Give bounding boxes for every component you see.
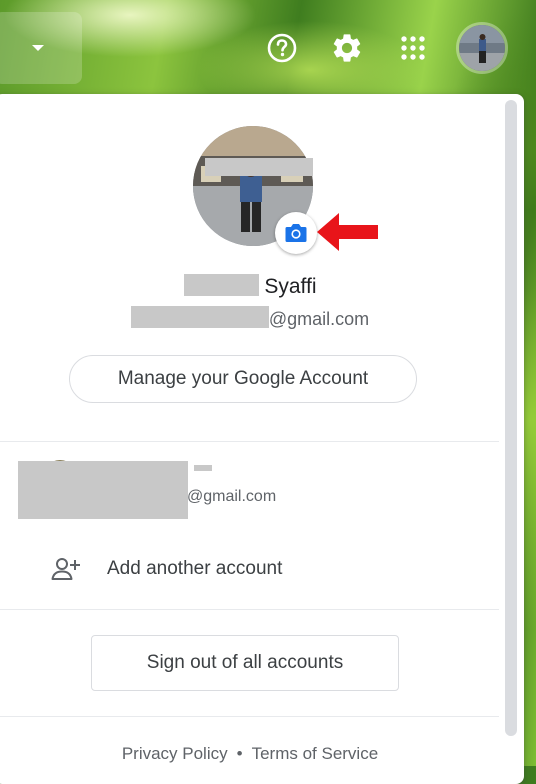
redacted-email [18, 477, 188, 519]
camera-icon [285, 224, 307, 242]
help-button[interactable] [262, 28, 302, 68]
redacted-name [183, 274, 259, 296]
gear-icon [333, 34, 361, 62]
divider [0, 609, 499, 610]
redacted-overlay [205, 158, 313, 176]
sign-out-all-button[interactable]: Sign out of all accounts [91, 635, 399, 691]
chevron-down-icon [32, 45, 44, 51]
add-account-button[interactable]: Add another account [0, 542, 499, 598]
divider [0, 441, 499, 442]
redacted-overlay [194, 465, 212, 471]
manage-account-button[interactable]: Manage your Google Account [69, 355, 417, 403]
change-photo-button[interactable] [275, 212, 317, 254]
account-menu-panel: Syaffi @gmail.com Manage your Google Acc… [0, 94, 524, 784]
redacted-email [130, 306, 269, 328]
footer-links: Privacy Policy • Terms of Service [0, 744, 506, 764]
separator: • [236, 744, 243, 763]
other-account-item[interactable] [0, 444, 499, 524]
other-account-email: @gmail.com [187, 488, 277, 505]
red-arrow-annotation [317, 213, 378, 251]
divider [0, 716, 499, 717]
terms-of-service-link[interactable]: Terms of Service [252, 744, 379, 763]
add-account-label: Add another account [107, 558, 283, 579]
menu-dropdown-button[interactable] [0, 12, 82, 84]
settings-button[interactable] [327, 28, 367, 68]
apps-grid-icon [401, 36, 425, 60]
account-email: @gmail.com [0, 306, 506, 330]
account-avatar-button[interactable] [456, 22, 508, 74]
scrollbar[interactable] [505, 100, 517, 736]
help-icon [267, 33, 297, 63]
apps-button[interactable] [393, 28, 433, 68]
avatar [459, 25, 505, 71]
account-name: Syaffi [0, 274, 506, 299]
redacted-name [18, 461, 188, 477]
privacy-policy-link[interactable]: Privacy Policy [122, 744, 228, 763]
person-add-icon [51, 558, 80, 580]
